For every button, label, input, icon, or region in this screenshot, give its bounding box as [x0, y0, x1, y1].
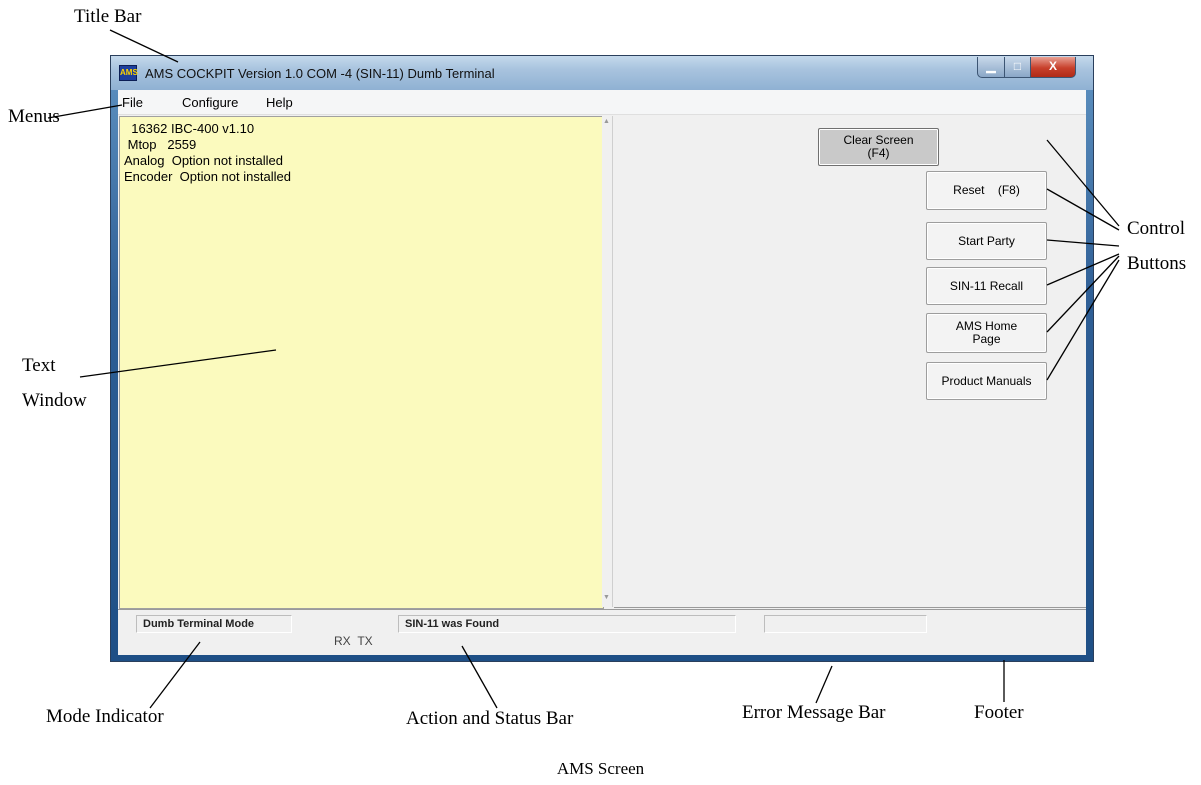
text-line: Encoder Option not installed — [124, 169, 291, 184]
annotation-buttons: Buttons — [1127, 253, 1187, 274]
product-manuals-label: Product Manuals — [941, 373, 1032, 388]
start-party-button[interactable]: Start Party — [926, 222, 1047, 260]
minimize-button[interactable]: ▁ — [977, 57, 1005, 78]
app-logo-icon: AMS — [119, 65, 138, 81]
annotation-title-bar: Title Bar — [74, 6, 142, 27]
figure-caption: AMS Screen — [556, 759, 645, 778]
text-window[interactable]: 16362 IBC-400 v1.10 Mtop 2559 Analog Opt… — [119, 116, 604, 609]
close-button[interactable]: X — [1030, 57, 1076, 78]
annotation-action-status-bar: Action and Status Bar — [406, 708, 574, 729]
text-window-scrollbar[interactable]: ▲ ▼ — [602, 116, 613, 607]
scroll-up-icon[interactable]: ▲ — [603, 118, 610, 125]
mode-indicator: Dumb Terminal Mode — [136, 615, 292, 633]
error-message-bar — [764, 615, 927, 633]
ams-home-page-button[interactable]: AMS Home Page — [926, 313, 1047, 353]
annotation-control: Control — [1127, 218, 1186, 239]
window-title: AMS COCKPIT Version 1.0 COM -4 (SIN-11) … — [145, 66, 495, 81]
text-line: 16362 IBC-400 v1.10 — [124, 121, 255, 136]
annotation-text: Text — [22, 355, 56, 376]
minimize-icon: ▁ — [986, 59, 996, 73]
rx-tx-indicator: RX TX — [334, 634, 373, 648]
reset-label: Reset (F8) — [953, 183, 1020, 197]
product-manuals-button[interactable]: Product Manuals — [926, 362, 1047, 400]
clear-screen-label: Clear Screen (F4) — [843, 133, 914, 160]
maximize-button[interactable]: □ — [1004, 57, 1031, 78]
annotation-footer: Footer — [974, 702, 1024, 723]
rx-label: RX — [334, 634, 351, 648]
tx-label: TX — [357, 634, 373, 648]
reset-button[interactable]: Reset (F8) — [926, 171, 1047, 210]
ams-home-page-label: AMS Home Page — [955, 319, 1018, 346]
sin-11-recall-button[interactable]: SIN-11 Recall — [926, 267, 1047, 305]
annotation-window: Window — [22, 390, 87, 411]
menu-configure[interactable]: Configure — [182, 95, 238, 110]
clear-screen-button[interactable]: Clear Screen (F4) — [818, 128, 939, 166]
footer: Dumb Terminal Mode RX TX SIN-11 was Foun… — [118, 609, 1086, 655]
app-window: AMS AMS COCKPIT Version 1.0 COM -4 (SIN-… — [110, 55, 1094, 662]
action-status-bar: SIN-11 was Found — [398, 615, 736, 633]
scroll-down-icon[interactable]: ▼ — [603, 594, 610, 601]
menu-bar: File Configure Help — [118, 90, 1086, 115]
annotation-menus: Menus — [8, 106, 60, 127]
menu-help[interactable]: Help — [266, 95, 293, 110]
text-line: Analog Option not installed — [124, 153, 283, 168]
menu-file[interactable]: File — [122, 95, 143, 110]
sin-11-recall-label: SIN-11 Recall — [949, 278, 1024, 293]
annotation-mode-indicator: Mode Indicator — [46, 706, 164, 727]
annotation-error-message-bar: Error Message Bar — [742, 702, 886, 723]
text-line: Mtop 2559 — [124, 137, 197, 152]
title-bar[interactable]: AMS AMS COCKPIT Version 1.0 COM -4 (SIN-… — [111, 56, 1093, 90]
maximize-icon: □ — [1013, 59, 1022, 73]
close-icon: X — [1048, 59, 1057, 73]
start-party-label: Start Party — [958, 233, 1015, 248]
